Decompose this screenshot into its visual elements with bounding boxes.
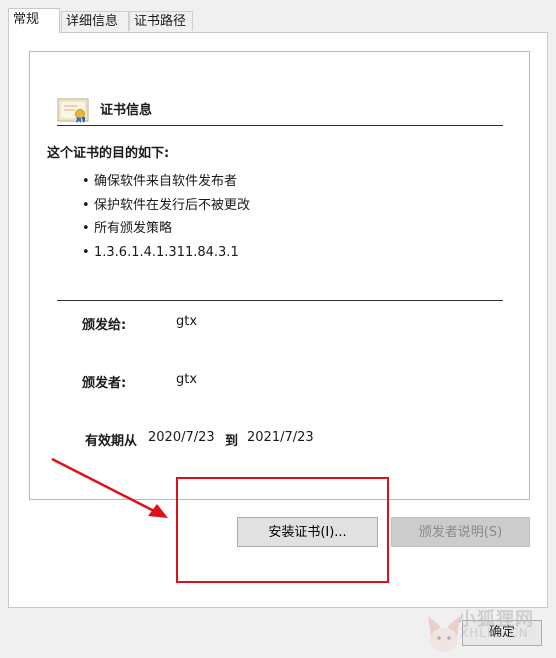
tab-general[interactable]: 常规: [8, 8, 60, 33]
list-item: • 1.3.6.1.4.1.311.84.3.1: [82, 241, 250, 265]
issuer-statement-button[interactable]: 颁发者说明(S): [391, 517, 530, 547]
separator-top: [57, 125, 503, 126]
bullet-icon: •: [82, 221, 90, 236]
list-item: • 确保软件来自软件发布者: [82, 170, 250, 194]
tab-details[interactable]: 详细信息: [61, 11, 129, 31]
separator-bottom: [57, 300, 503, 301]
certificate-info-box: 证书信息 这个证书的目的如下: • 确保软件来自软件发布者 • 保护软件在发行后不被…: [29, 51, 530, 500]
issued-by-label: 颁发者:: [82, 376, 127, 391]
list-item: • 所有颁发策略: [82, 217, 250, 241]
bullet-icon: •: [82, 174, 90, 189]
annotation-arrow-icon: [51, 457, 168, 518]
issued-by-value: gtx: [176, 372, 198, 387]
valid-to-value: 2021/7/23: [247, 430, 314, 445]
bullet-icon: •: [82, 244, 90, 260]
purpose-heading: 这个证书的目的如下:: [47, 146, 170, 161]
purpose-list: • 确保软件来自软件发布者 • 保护软件在发行后不被更改 • 所有颁发策略 • 1.3.…: [82, 170, 250, 264]
tab-certification-path[interactable]: 证书路径: [129, 11, 193, 31]
watermark-subtext: XHLKS.CN: [460, 626, 529, 640]
certificate-info-title: 证书信息: [100, 103, 153, 118]
validity-label: 有效期从: [85, 434, 138, 449]
highlight-box: [176, 477, 389, 583]
issued-to-label: 颁发给:: [82, 318, 127, 333]
issued-to-value: gtx: [176, 314, 198, 329]
list-item: • 保护软件在发行后不被更改: [82, 194, 250, 218]
certificate-icon: [57, 98, 89, 123]
valid-from-value: 2020/7/23: [148, 430, 215, 445]
validity-to-label: 到: [225, 434, 239, 449]
bullet-icon: •: [82, 197, 90, 213]
